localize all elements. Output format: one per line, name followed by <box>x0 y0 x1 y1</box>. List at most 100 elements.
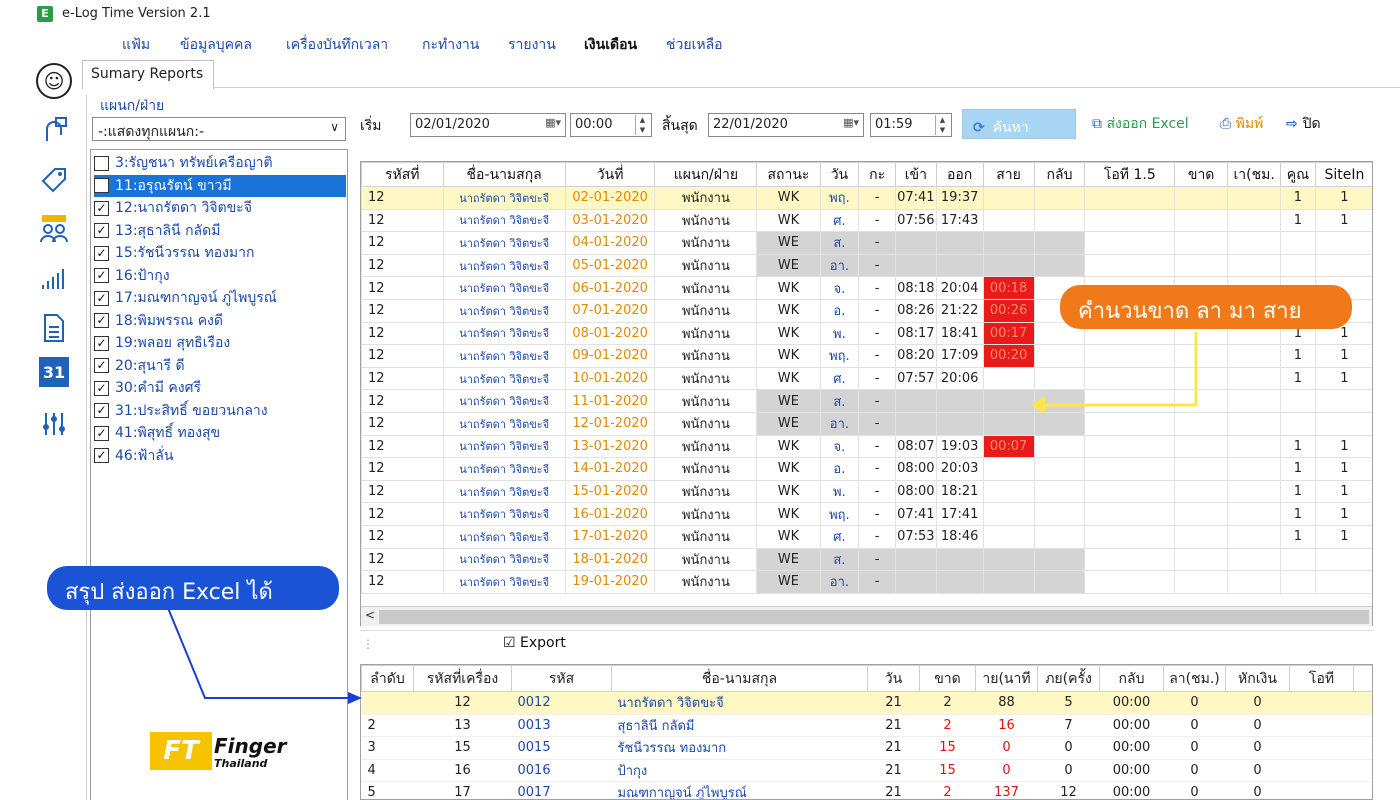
grid-cell[interactable]: 17-01-2020 <box>564 524 656 549</box>
menu-help[interactable]: ช่วยเหลือ <box>666 34 723 56</box>
grid-header[interactable]: เข้า <box>894 162 937 187</box>
grid-cell[interactable] <box>1084 253 1176 278</box>
table-row[interactable]: 12 นาถรัตดา วิจิตขะจี 13-01-2020 พนักงาน WK จ… <box>361 434 1372 459</box>
grid-cell[interactable]: 11-01-2020 <box>564 389 656 413</box>
grid-cell[interactable]: 1 <box>1280 457 1316 481</box>
checkbox-checked-icon[interactable]: ✓ <box>94 290 109 306</box>
grid-cell[interactable]: 12 <box>361 344 444 368</box>
checkbox-checked-icon[interactable]: ✓ <box>94 200 109 216</box>
grid-cell[interactable] <box>1174 344 1229 368</box>
summary-cell[interactable]: 00:00 <box>1099 759 1164 782</box>
summary-cell[interactable]: 5 <box>1037 691 1100 715</box>
grid-cell[interactable]: อ. <box>819 457 860 481</box>
summary-header[interactable]: าย(นาที <box>975 665 1038 692</box>
grid-cell[interactable]: นาถรัตดา วิจิตขะจี <box>442 276 566 300</box>
grid-cell[interactable]: อา. <box>819 411 860 436</box>
grid-cell[interactable] <box>982 479 1035 504</box>
grid-cell[interactable] <box>894 253 937 278</box>
grid-cell[interactable]: 14-01-2020 <box>564 457 656 481</box>
grid-cell[interactable]: 18:41 <box>935 321 984 346</box>
grid-cell[interactable]: 21:22 <box>935 298 984 323</box>
grid-cell[interactable]: พนักงาน <box>654 434 758 459</box>
grid-header[interactable]: วัน <box>819 162 860 187</box>
employee-item[interactable]: 3:รัญชนา ทรัพย์เครือญาติ <box>94 152 346 174</box>
summary-header[interactable]: หักเงิน <box>1225 665 1290 692</box>
calendar-dropdown-icon[interactable]: ▦▾ <box>545 116 561 129</box>
grid-cell[interactable] <box>1174 434 1229 459</box>
grid-cell[interactable]: - <box>858 434 896 459</box>
grid-cell[interactable]: WK <box>756 479 821 504</box>
menu-salary[interactable]: เงินเดือน <box>584 34 637 56</box>
summary-cell[interactable]: 17 <box>413 781 512 799</box>
grid-cell[interactable]: 03-01-2020 <box>564 208 656 233</box>
grid-cell[interactable]: 1 <box>1314 524 1372 549</box>
grid-cell[interactable] <box>982 457 1035 481</box>
grid-cell[interactable]: 12 <box>361 231 444 255</box>
grid-cell[interactable] <box>1227 366 1282 391</box>
menu-report[interactable]: รายงาน <box>508 34 556 56</box>
checkbox-checked-icon[interactable]: ✓ <box>94 268 109 283</box>
grid-cell[interactable] <box>982 366 1035 391</box>
grid-cell[interactable] <box>1174 502 1229 526</box>
grid-cell[interactable] <box>935 411 984 436</box>
grid-cell[interactable] <box>1084 411 1176 436</box>
grid-cell[interactable] <box>935 570 984 594</box>
calendar-dropdown-icon[interactable]: ▦▾ <box>843 116 859 129</box>
grid-cell[interactable]: นาถรัตดา วิจิตขะจี <box>442 208 566 233</box>
grid-cell[interactable]: จ. <box>819 434 860 459</box>
summary-row[interactable]: 4 16 0016 ป้ากุง 21 15 0 0 00:00 0 0 <box>361 759 1372 782</box>
grid-cell[interactable]: 06-01-2020 <box>564 276 656 300</box>
grid-cell[interactable] <box>1227 502 1282 526</box>
grid-cell[interactable]: 1 <box>1280 502 1316 526</box>
grid-cell[interactable] <box>1084 186 1176 210</box>
grid-cell[interactable]: WE <box>756 411 821 436</box>
grid-header[interactable]: ชื่อ-นามสกุล <box>442 162 566 187</box>
summary-cell[interactable]: 0 <box>1163 691 1226 715</box>
grid-cell[interactable]: - <box>858 186 896 210</box>
summary-cell[interactable]: 3 <box>361 736 414 760</box>
summary-cell[interactable]: 7 <box>1037 714 1100 737</box>
table-row[interactable]: 12 นาถรัตดา วิจิตขะจี 17-01-2020 พนักงาน WK ศ… <box>361 524 1372 549</box>
grid-cell[interactable] <box>1227 570 1282 594</box>
grid-cell[interactable] <box>1314 389 1372 413</box>
grid-cell[interactable]: 13-01-2020 <box>564 434 656 459</box>
grid-cell[interactable] <box>982 411 1035 436</box>
grid-cell[interactable]: พนักงาน <box>654 366 758 391</box>
grid-cell[interactable] <box>894 411 937 436</box>
grid-cell[interactable]: - <box>858 389 896 413</box>
table-row[interactable]: 12 นาถรัตดา วิจิตขะจี 14-01-2020 พนักงาน WK อ… <box>361 457 1372 481</box>
summary-header[interactable]: ลำดับ <box>361 665 414 692</box>
grid-cell[interactable]: WE <box>756 570 821 594</box>
grid-cell[interactable]: นาถรัตดา วิจิตขะจี <box>442 321 566 346</box>
grid-cell[interactable]: พฤ. <box>819 344 860 368</box>
summary-cell[interactable]: 4 <box>361 759 414 782</box>
grid-cell[interactable] <box>982 547 1035 572</box>
grid-cell[interactable] <box>1033 344 1086 368</box>
table-row[interactable]: 12 นาถรัตดา วิจิตขะจี 15-01-2020 พนักงาน WK พ… <box>361 479 1372 504</box>
grid-cell[interactable]: พนักงาน <box>654 231 758 255</box>
grid-cell[interactable] <box>1174 524 1229 549</box>
grid-cell[interactable]: 19:03 <box>935 434 984 459</box>
summary-cell[interactable]: 0 <box>1037 736 1100 760</box>
grid-cell[interactable]: 1 <box>1314 186 1372 210</box>
grid-cell[interactable]: 12 <box>361 570 444 594</box>
summary-header[interactable]: ภย(ครั้ง <box>1037 665 1100 692</box>
grid-cell[interactable]: 00:18 <box>982 276 1035 300</box>
grid-cell[interactable] <box>1227 389 1282 413</box>
grid-cell[interactable]: จ. <box>819 276 860 300</box>
grid-cell[interactable]: WK <box>756 502 821 526</box>
grid-cell[interactable]: 08:18 <box>894 276 937 300</box>
grid-cell[interactable]: 12 <box>361 298 444 323</box>
grid-cell[interactable]: พนักงาน <box>654 457 758 481</box>
summary-cell[interactable]: 15 <box>919 736 976 760</box>
grid-cell[interactable]: 17:43 <box>935 208 984 233</box>
grid-cell[interactable]: 1 <box>1314 366 1372 391</box>
grid-cell[interactable]: 1 <box>1280 344 1316 368</box>
grid-cell[interactable] <box>1227 479 1282 504</box>
grid-cell[interactable]: 08:07 <box>894 434 937 459</box>
summary-cell[interactable]: 15 <box>919 759 976 782</box>
grid-cell[interactable]: พฤ. <box>819 186 860 210</box>
grid-cell[interactable]: WE <box>756 547 821 572</box>
settings-icon[interactable] <box>36 406 72 442</box>
grid-cell[interactable] <box>982 570 1035 594</box>
